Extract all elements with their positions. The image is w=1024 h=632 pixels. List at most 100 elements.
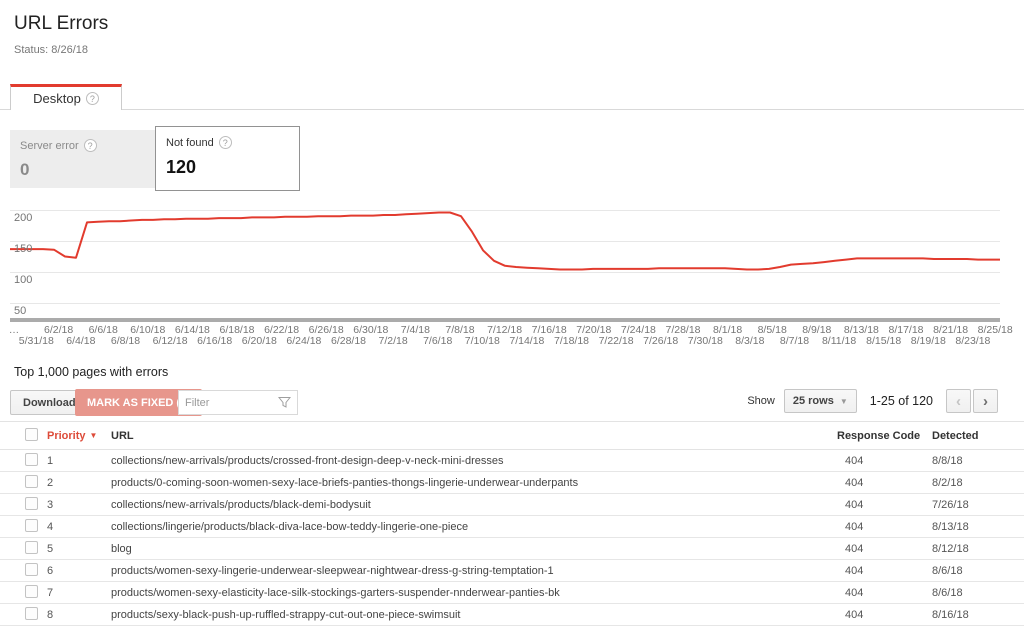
x-axis-label: 5/31/18 <box>19 335 54 347</box>
x-axis-label: 6/4/18 <box>66 335 95 347</box>
row-checkbox[interactable] <box>25 563 38 576</box>
row-detected: 8/2/18 <box>932 477 1024 489</box>
show-label: Show <box>747 395 775 407</box>
row-response-code: 404 <box>837 565 932 577</box>
prev-page-button[interactable]: ‹ <box>946 389 971 413</box>
x-axis-label: 8/19/18 <box>911 335 946 347</box>
row-checkbox[interactable] <box>25 541 38 554</box>
x-axis-label: 6/24/18 <box>286 335 321 347</box>
row-url-link[interactable]: products/women-sexy-elasticity-lace-silk… <box>111 587 837 599</box>
column-header-url[interactable]: URL <box>111 430 837 442</box>
next-page-button[interactable]: › <box>973 389 998 413</box>
row-response-code: 404 <box>837 587 932 599</box>
row-url-link[interactable]: collections/lingerie/products/black-diva… <box>111 521 837 533</box>
x-axis-label: 7/22/18 <box>599 335 634 347</box>
select-all-checkbox[interactable] <box>25 428 38 441</box>
errors-line-chart: 20015010050 <box>10 210 1000 322</box>
row-url-link[interactable]: products/women-sexy-lingerie-underwear-s… <box>111 565 837 577</box>
column-header-detected[interactable]: Detected <box>932 430 1024 442</box>
row-detected: 8/6/18 <box>932 587 1024 599</box>
row-detected: 7/26/18 <box>932 499 1024 511</box>
server-error-label: Server error <box>20 140 79 152</box>
row-priority: 8 <box>47 609 111 621</box>
row-checkbox[interactable] <box>25 497 38 510</box>
x-axis-label: 7/30/18 <box>688 335 723 347</box>
table-header-row: Priority ▼ URL Response Code Detected <box>0 421 1024 450</box>
row-response-code: 404 <box>837 609 932 621</box>
x-axis-label: 7/10/18 <box>465 335 500 347</box>
help-icon[interactable]: ? <box>84 139 97 152</box>
row-response-code: 404 <box>837 499 932 511</box>
row-priority: 2 <box>47 477 111 489</box>
row-checkbox[interactable] <box>25 519 38 532</box>
column-header-priority[interactable]: Priority ▼ <box>47 430 111 442</box>
row-url-link[interactable]: products/0-coming-soon-women-sexy-lace-b… <box>111 477 837 489</box>
x-axis-label: 7/18/18 <box>554 335 589 347</box>
x-axis-label: 8/25/18 <box>978 324 1013 336</box>
x-axis-label: 6/20/18 <box>242 335 277 347</box>
x-axis-label: 7/14/18 <box>509 335 544 347</box>
not-found-counter[interactable]: Not found ? 120 <box>155 126 300 191</box>
pagination-range: 1-25 of 120 <box>870 394 933 408</box>
row-response-code: 404 <box>837 521 932 533</box>
row-priority: 5 <box>47 543 111 555</box>
x-axis-label: 6/12/18 <box>153 335 188 347</box>
row-detected: 8/6/18 <box>932 565 1024 577</box>
filter-field-wrap <box>178 390 298 415</box>
row-response-code: 404 <box>837 455 932 467</box>
x-axis-label: 6/8/18 <box>111 335 140 347</box>
rows-per-page-select[interactable]: 25 rows ▼ <box>784 389 857 413</box>
x-axis-label: 6/16/18 <box>197 335 232 347</box>
x-axis-label: 8/7/18 <box>780 335 809 347</box>
table-row: 1 collections/new-arrivals/products/cros… <box>0 450 1024 472</box>
row-detected: 8/8/18 <box>932 455 1024 467</box>
table-toolbar: Download MARK AS FIXED (0) Show 25 rows … <box>10 389 1014 416</box>
table-row: 2 products/0-coming-soon-women-sexy-lace… <box>0 472 1024 494</box>
y-axis-label: 150 <box>14 243 32 255</box>
row-response-code: 404 <box>837 477 932 489</box>
row-url-link[interactable]: products/sexy-black-push-up-ruffled-stra… <box>111 609 837 621</box>
y-axis-label: 50 <box>14 305 26 317</box>
table-row: 5 blog 404 8/12/18 <box>0 538 1024 560</box>
tab-desktop-label: Desktop <box>33 91 81 106</box>
chart-canvas <box>10 210 1000 322</box>
x-axis-label: 7/6/18 <box>423 335 452 347</box>
chevron-down-icon: ▼ <box>840 397 848 406</box>
server-error-counter[interactable]: Server error ? 0 <box>10 130 155 188</box>
row-url-link[interactable]: collections/new-arrivals/products/crosse… <box>111 455 837 467</box>
table-row: 7 products/women-sexy-elasticity-lace-si… <box>0 582 1024 604</box>
x-axis-label: 7/26/18 <box>643 335 678 347</box>
page-title: URL Errors <box>14 13 108 35</box>
row-detected: 8/12/18 <box>932 543 1024 555</box>
x-axis-label: … <box>9 324 20 336</box>
server-error-value: 0 <box>20 160 145 180</box>
table-body: 1 collections/new-arrivals/products/cros… <box>0 450 1024 626</box>
row-priority: 7 <box>47 587 111 599</box>
row-url-link[interactable]: collections/new-arrivals/products/black-… <box>111 499 837 511</box>
toolbar-right-group: Show 25 rows ▼ 1-25 of 120 ‹ › <box>747 389 998 413</box>
table-row: 3 collections/new-arrivals/products/blac… <box>0 494 1024 516</box>
row-checkbox[interactable] <box>25 475 38 488</box>
not-found-label: Not found <box>166 137 214 149</box>
row-checkbox[interactable] <box>25 585 38 598</box>
y-axis-label: 100 <box>14 274 32 286</box>
column-header-response-code[interactable]: Response Code <box>837 430 932 442</box>
rows-per-page-value: 25 rows <box>793 395 834 407</box>
row-checkbox[interactable] <box>25 453 38 466</box>
help-icon[interactable]: ? <box>86 92 99 105</box>
x-axis-label: 6/28/18 <box>331 335 366 347</box>
row-detected: 8/16/18 <box>932 609 1024 621</box>
url-errors-page: URL Errors Status: 8/26/18 Desktop ? Ser… <box>0 0 1024 632</box>
tab-desktop[interactable]: Desktop ? <box>10 84 122 110</box>
row-url-link[interactable]: blog <box>111 543 837 555</box>
filter-input[interactable] <box>179 397 278 409</box>
x-axis-label: 8/11/18 <box>822 335 856 347</box>
x-axis-label: 8/15/18 <box>866 335 901 347</box>
row-detected: 8/13/18 <box>932 521 1024 533</box>
row-priority: 4 <box>47 521 111 533</box>
row-priority: 3 <box>47 499 111 511</box>
sort-desc-icon: ▼ <box>90 431 98 440</box>
row-priority: 6 <box>47 565 111 577</box>
row-checkbox[interactable] <box>25 607 38 620</box>
help-icon[interactable]: ? <box>219 136 232 149</box>
